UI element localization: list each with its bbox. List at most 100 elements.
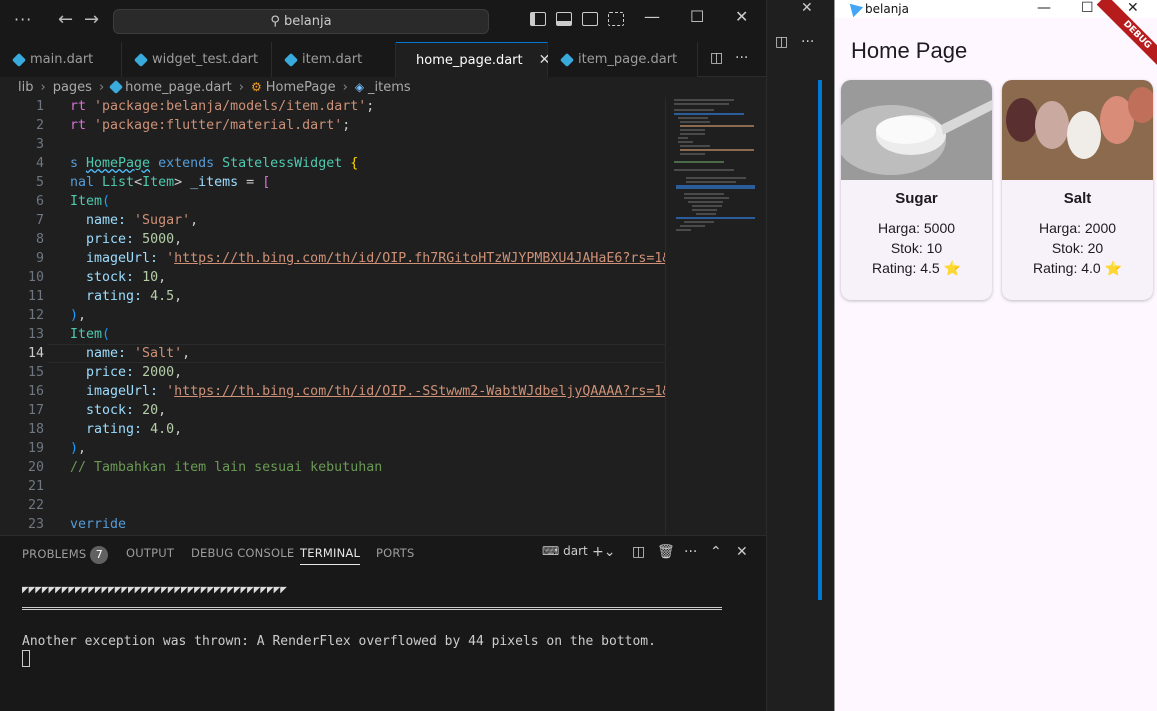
more-actions-icon[interactable]: ···	[735, 50, 748, 66]
secondary-editor-strip: ◫ ··· ✕	[766, 0, 834, 711]
more-menu-icon[interactable]: ···	[14, 10, 32, 29]
breadcrumb-file[interactable]: home_page.dart	[125, 80, 232, 95]
breadcrumb-pages[interactable]: pages	[53, 80, 92, 95]
breadcrumb-lib[interactable]: lib	[18, 80, 33, 95]
back-arrow-icon[interactable]: ←	[58, 9, 73, 30]
more-actions-icon[interactable]: ···	[801, 34, 814, 50]
line-number: 16	[27, 384, 44, 399]
item-rating: Rating: 4.5 ⭐	[871, 260, 962, 276]
line-number: 4	[35, 156, 44, 171]
line-number: 1	[35, 99, 44, 114]
line-number: 11	[27, 289, 44, 304]
line-number: 22	[27, 498, 44, 513]
split-editor-icon[interactable]: ◫	[710, 50, 723, 66]
field-icon: ◈	[354, 80, 365, 94]
tab-widget-test-dart[interactable]: widget_test.dart	[122, 42, 272, 77]
item-stock: Stok: 10	[890, 240, 943, 256]
code-line: name: 'Salt',	[70, 346, 191, 361]
tab-item-page-dart[interactable]: item_page.dart	[548, 42, 698, 77]
panel-tab-ports[interactable]: PORTS	[376, 546, 414, 560]
tab-main-dart[interactable]: main.dart	[0, 42, 122, 77]
tab-label: home_page.dart	[416, 52, 523, 68]
code-editor[interactable]: 1 rt 'package:belanja/models/item.dart'; …	[0, 97, 665, 535]
editor-scrollbar[interactable]	[755, 97, 766, 535]
command-center-search[interactable]: ⚲ belanja	[113, 9, 489, 34]
terminal-cursor	[22, 650, 30, 667]
code-line: stock: 20,	[70, 403, 167, 418]
maximize-icon[interactable]: ☐	[690, 7, 704, 26]
toggle-panel-icon[interactable]	[556, 12, 572, 26]
line-number: 21	[27, 479, 44, 494]
line-number: 14	[27, 346, 44, 361]
panel-tab-output[interactable]: OUTPUT	[126, 546, 174, 560]
panel-tab-label: PROBLEMS	[22, 547, 87, 561]
tab-item-dart[interactable]: item.dart	[272, 42, 396, 77]
line-number: 9	[35, 251, 44, 266]
minimap[interactable]	[665, 97, 756, 535]
minimize-icon[interactable]: —	[1037, 0, 1051, 16]
line-number: 19	[27, 441, 44, 456]
toggle-secondary-sidebar-icon[interactable]	[582, 12, 598, 26]
shell-name: dart	[563, 544, 588, 558]
maximize-icon[interactable]: ☐	[1081, 0, 1094, 16]
line-number: 18	[27, 422, 44, 437]
class-icon: ⚙	[250, 80, 262, 94]
forward-arrow-icon[interactable]: →	[84, 9, 99, 30]
close-panel-icon[interactable]: ✕	[736, 544, 748, 560]
code-line: s HomePage extends StatelessWidget {	[70, 156, 359, 171]
panel-tab-problems[interactable]: PROBLEMS 7	[22, 546, 109, 564]
more-actions-icon[interactable]: ···	[684, 544, 697, 560]
item-stock: Stok: 20	[1051, 240, 1104, 256]
terminal-rule	[22, 607, 722, 610]
line-number: 2	[35, 118, 44, 133]
terminal-icon: ⌨	[542, 544, 560, 558]
split-terminal-icon[interactable]: ◫	[632, 544, 645, 560]
line-number: 6	[35, 194, 44, 209]
code-line: ),	[70, 308, 87, 323]
item-name: Sugar	[895, 190, 938, 207]
code-line: imageUrl: 'https://th.bing.com/th/id/OIP…	[70, 251, 665, 266]
dart-file-icon	[11, 52, 27, 67]
line-number: 20	[27, 460, 44, 475]
terminal-shell-selector[interactable]: ⌨ dart	[542, 544, 588, 558]
maximize-panel-icon[interactable]: ⌃	[710, 544, 722, 560]
terminal-error-banner: ◤◤◤◤◤◤◤◤◤◤◤◤◤◤◤◤◤◤◤◤◤◤◤◤◤◤◤◤◤◤◤◤◤◤◤◤◤◤◤◤	[22, 583, 287, 596]
close-window-icon[interactable]: ✕	[801, 0, 813, 16]
panel-tab-debug-console[interactable]: DEBUG CONSOLE	[191, 546, 294, 560]
breadcrumb-class[interactable]: HomePage	[266, 80, 336, 95]
line-number: 3	[35, 137, 44, 152]
title-bar: ··· ← → ⚲ belanja — ☐ ✕	[0, 0, 766, 42]
app-bar: Home Page	[835, 18, 1157, 78]
item-rating: Rating: 4.0 ⭐	[1032, 260, 1123, 276]
sugar-image	[841, 80, 992, 180]
minimize-icon[interactable]: —	[644, 7, 660, 26]
code-line: verride	[70, 517, 127, 532]
toggle-sidebar-icon[interactable]	[530, 12, 546, 26]
code-line: rt 'package:belanja/models/item.dart';	[70, 99, 375, 114]
editor-tabs: main.dart widget_test.dart item.dart hom…	[0, 42, 766, 77]
customize-layout-icon[interactable]	[608, 12, 624, 26]
item-card-sugar[interactable]: Sugar Harga: 5000 Stok: 10 Rating: 4.5 ⭐	[841, 80, 992, 300]
item-card-salt[interactable]: Salt Harga: 2000 Stok: 20 Rating: 4.0 ⭐	[1002, 80, 1153, 300]
close-window-icon[interactable]: ✕	[735, 7, 748, 26]
panel-tab-terminal[interactable]: TERMINAL	[300, 546, 361, 565]
tab-label: item_page.dart	[578, 52, 678, 67]
status-bar	[0, 703, 766, 711]
dart-file-icon	[559, 52, 575, 67]
code-line: // Tambahkan item lain sesuai kebutuhan	[70, 460, 383, 475]
minimap-preview	[674, 99, 756, 231]
new-terminal-icon[interactable]: +⌄	[592, 544, 615, 560]
trash-icon[interactable]: 🗑	[657, 544, 675, 560]
dart-file-icon	[406, 56, 414, 64]
close-window-icon[interactable]: ✕	[1127, 0, 1139, 16]
search-icon: ⚲	[270, 14, 280, 29]
breadcrumb-field[interactable]: _items	[368, 80, 411, 95]
line-number: 8	[35, 232, 44, 247]
page-title: Home Page	[851, 38, 968, 63]
line-number: 17	[27, 403, 44, 418]
dart-file-icon	[109, 79, 124, 95]
vscode-window: ··· ← → ⚲ belanja — ☐ ✕ main.dart widget…	[0, 0, 766, 711]
terminal-message: Another exception was thrown: A RenderFl…	[22, 634, 656, 649]
split-editor-icon[interactable]: ◫	[775, 34, 788, 50]
tab-home-page-dart[interactable]: home_page.dart ✕	[396, 42, 550, 77]
